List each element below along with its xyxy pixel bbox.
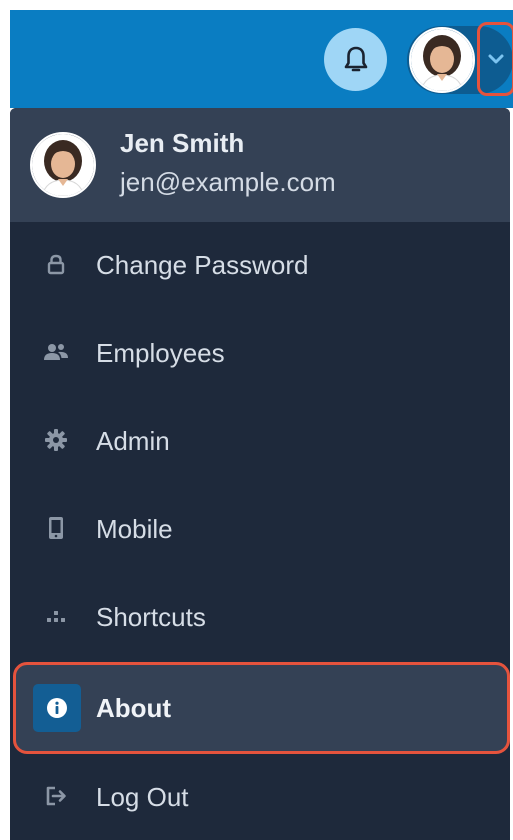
menu-item-mobile[interactable]: Mobile [10, 486, 510, 574]
menu-item-label: Mobile [96, 514, 173, 544]
users-icon [42, 338, 70, 366]
notifications-button[interactable] [324, 28, 387, 91]
menu-item-change-password[interactable]: Change Password [10, 222, 510, 310]
avatar-photo [411, 29, 473, 91]
profile-header: Jen Smith jen@example.com [10, 108, 510, 222]
info-icon [33, 684, 81, 732]
profile-avatar [30, 132, 96, 198]
menu-item-employees[interactable]: Employees [10, 310, 510, 398]
chevron-down-icon [488, 54, 504, 64]
profile-email: jen@example.com [120, 167, 336, 197]
gear-icon [42, 426, 70, 454]
bell-icon [344, 46, 367, 71]
menu-item-label: About [96, 693, 172, 723]
menu-item-shortcuts[interactable]: Shortcuts [10, 574, 510, 662]
shortcuts-icon [42, 602, 70, 630]
top-bar [10, 10, 513, 108]
lock-icon [42, 250, 70, 278]
menu-item-log-out[interactable]: Log Out [10, 754, 510, 840]
mobile-icon [42, 514, 70, 542]
menu-item-label: Log Out [96, 782, 189, 812]
menu-item-label: Employees [96, 338, 225, 368]
dropdown-toggle-button[interactable] [477, 22, 513, 96]
menu-item-label: Shortcuts [96, 602, 206, 632]
menu-item-admin[interactable]: Admin [10, 398, 510, 486]
user-dropdown-menu: Jen Smith jen@example.com Change Passwor… [10, 108, 510, 840]
logout-icon [42, 782, 70, 810]
screenshot-frame: Jen Smith jen@example.com Change Passwor… [0, 0, 513, 840]
menu-item-label: Change Password [96, 250, 309, 280]
profile-name: Jen Smith [120, 128, 245, 158]
menu-item-label: Admin [96, 426, 170, 456]
avatar-photo [32, 134, 94, 196]
user-avatar[interactable] [409, 27, 475, 93]
menu-item-about[interactable]: About [13, 662, 510, 754]
